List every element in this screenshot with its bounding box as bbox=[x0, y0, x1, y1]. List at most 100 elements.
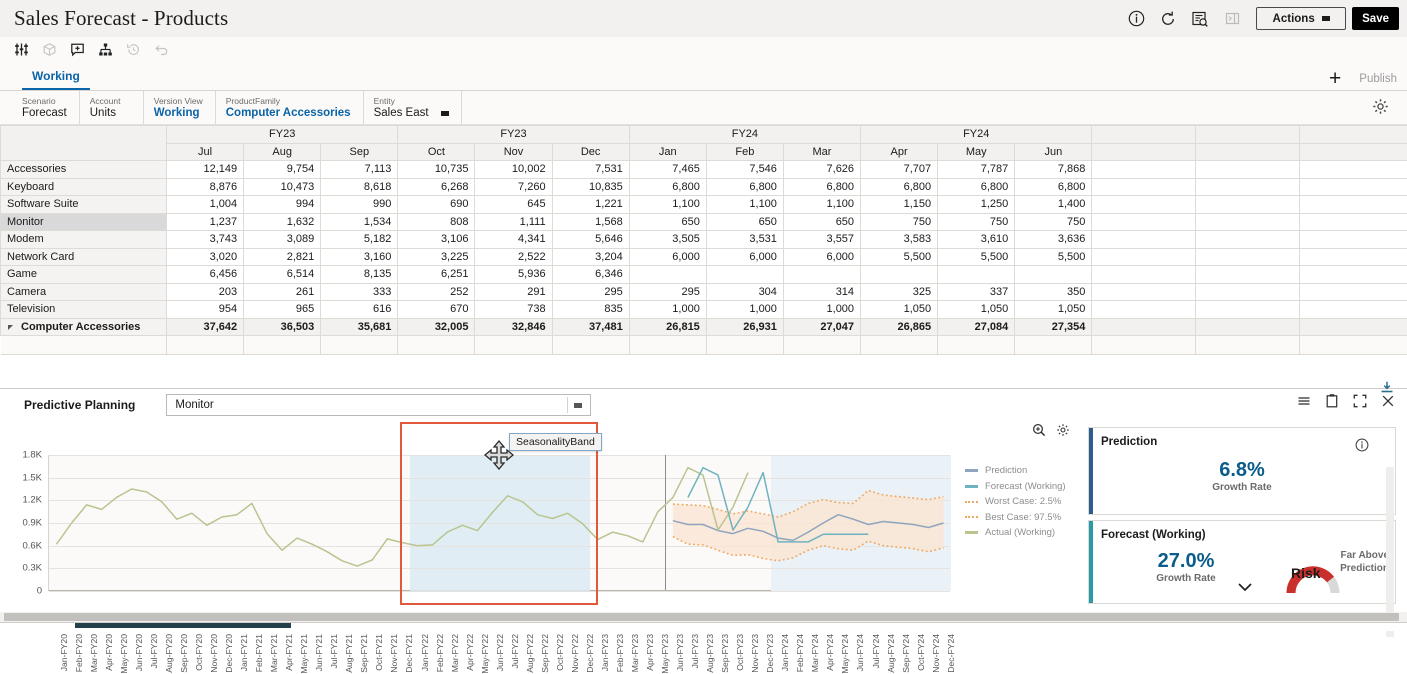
grid-cell[interactable]: 990 bbox=[321, 196, 398, 214]
grid-cell[interactable]: 1,000 bbox=[629, 301, 706, 319]
grid-cell[interactable] bbox=[783, 266, 860, 284]
grid-cell[interactable]: 5,646 bbox=[552, 231, 629, 249]
grid-cell-empty[interactable] bbox=[1092, 301, 1196, 319]
add-tab-button[interactable]: + bbox=[1329, 71, 1341, 86]
grid-cell[interactable]: 7,113 bbox=[321, 161, 398, 179]
grid-cell[interactable]: 12,149 bbox=[167, 161, 244, 179]
grid-cell[interactable]: 314 bbox=[783, 283, 860, 301]
chevron-down-icon[interactable] bbox=[441, 111, 449, 116]
grid-cell[interactable]: 5,500 bbox=[861, 248, 938, 266]
grid-cell[interactable]: 5,182 bbox=[321, 231, 398, 249]
grid-cell[interactable]: 1,050 bbox=[1015, 301, 1092, 319]
table-row[interactable]: Computer Accessories37,64236,50335,68132… bbox=[1, 318, 1407, 336]
grid-cell-empty[interactable] bbox=[1196, 266, 1300, 284]
table-row[interactable]: Monitor1,2371,6321,5348081,1111,56865065… bbox=[1, 213, 1407, 231]
row-label[interactable]: Camera bbox=[1, 283, 167, 301]
grid-cell-empty[interactable] bbox=[1196, 318, 1300, 336]
row-label[interactable]: Modem bbox=[1, 231, 167, 249]
grid-cell[interactable]: 26,865 bbox=[861, 318, 938, 336]
grid-cell[interactable]: 6,800 bbox=[783, 178, 860, 196]
grid-cell[interactable] bbox=[861, 266, 938, 284]
grid-cell-empty[interactable] bbox=[1092, 161, 1196, 179]
cube-icon[interactable] bbox=[36, 38, 62, 60]
table-row[interactable]: Network Card3,0202,8213,1603,2252,5223,2… bbox=[1, 248, 1407, 266]
grid-cell-empty[interactable] bbox=[1196, 161, 1300, 179]
grid-cell[interactable]: 27,084 bbox=[938, 318, 1015, 336]
legend-item[interactable]: Prediction bbox=[965, 463, 1085, 479]
grid-cell[interactable]: 27,047 bbox=[783, 318, 860, 336]
month-header-jul[interactable]: Jul bbox=[167, 143, 244, 161]
grid-cell[interactable]: 1,534 bbox=[321, 213, 398, 231]
grid-cell[interactable]: 7,465 bbox=[629, 161, 706, 179]
grid-cell[interactable]: 295 bbox=[552, 283, 629, 301]
grid-cell[interactable]: 3,505 bbox=[629, 231, 706, 249]
grid-cell-empty[interactable] bbox=[1196, 248, 1300, 266]
grid-cell[interactable]: 954 bbox=[167, 301, 244, 319]
grid-cell[interactable]: 32,005 bbox=[398, 318, 475, 336]
grid-cell[interactable]: 994 bbox=[244, 196, 321, 214]
grid-cell[interactable]: 3,636 bbox=[1015, 231, 1092, 249]
grid-cell[interactable]: 32,846 bbox=[475, 318, 552, 336]
grid-cell-empty[interactable] bbox=[1300, 178, 1407, 196]
grid-cell[interactable]: 750 bbox=[1015, 213, 1092, 231]
grid-cell[interactable]: 7,546 bbox=[706, 161, 783, 179]
grid-cell[interactable]: 7,626 bbox=[783, 161, 860, 179]
dock-bottom-icon[interactable] bbox=[1380, 380, 1394, 397]
grid-cell[interactable]: 965 bbox=[244, 301, 321, 319]
legend-item[interactable]: Actual (Working) bbox=[965, 525, 1085, 541]
grid-cell[interactable]: 9,754 bbox=[244, 161, 321, 179]
forecast-card[interactable]: Forecast (Working) 27.0% Growth Rate Ris… bbox=[1088, 520, 1396, 604]
grid-cell[interactable]: 10,735 bbox=[398, 161, 475, 179]
grid-cell[interactable]: 337 bbox=[938, 283, 1015, 301]
gear-icon[interactable] bbox=[1372, 98, 1389, 118]
pov-entity[interactable]: Entity Sales East bbox=[374, 91, 462, 124]
row-label[interactable]: Television bbox=[1, 301, 167, 319]
grid-cell[interactable]: 7,707 bbox=[861, 161, 938, 179]
table-row[interactable]: Camera2032613332522912952953043143253373… bbox=[1, 283, 1407, 301]
grid-cell[interactable]: 3,106 bbox=[398, 231, 475, 249]
grid-cell-empty[interactable] bbox=[1196, 301, 1300, 319]
grid-cell[interactable]: 27,354 bbox=[1015, 318, 1092, 336]
grid-cell[interactable]: 6,800 bbox=[938, 178, 1015, 196]
month-header-nov[interactable]: Nov bbox=[475, 143, 552, 161]
legend-item[interactable]: Forecast (Working) bbox=[965, 479, 1085, 495]
grid-cell[interactable]: 36,503 bbox=[244, 318, 321, 336]
grid-cell-empty[interactable] bbox=[1196, 231, 1300, 249]
month-header-feb[interactable]: Feb bbox=[706, 143, 783, 161]
row-label[interactable]: Keyboard bbox=[1, 178, 167, 196]
table-row[interactable]: Keyboard8,87610,4738,6186,2687,26010,835… bbox=[1, 178, 1407, 196]
year-group-header[interactable]: FY23 bbox=[167, 126, 398, 144]
grid-cell[interactable] bbox=[706, 266, 783, 284]
table-row[interactable]: Software Suite1,0049949906906451,2211,10… bbox=[1, 196, 1407, 214]
grid-cell[interactable]: 3,610 bbox=[938, 231, 1015, 249]
table-row[interactable]: Accessories12,1499,7547,11310,73510,0027… bbox=[1, 161, 1407, 179]
collapse-triangle-icon[interactable] bbox=[8, 325, 13, 330]
year-group-header[interactable]: FY24 bbox=[861, 126, 1092, 144]
grid-cell[interactable]: 3,531 bbox=[706, 231, 783, 249]
grid-cell[interactable]: 670 bbox=[398, 301, 475, 319]
info-icon[interactable] bbox=[1355, 438, 1369, 455]
grid-cell[interactable]: 616 bbox=[321, 301, 398, 319]
grid-cell[interactable]: 1,000 bbox=[706, 301, 783, 319]
grid-cell[interactable]: 8,618 bbox=[321, 178, 398, 196]
grid-cell[interactable]: 261 bbox=[244, 283, 321, 301]
grid-cell[interactable]: 325 bbox=[861, 283, 938, 301]
grid-cell-empty[interactable] bbox=[1196, 213, 1300, 231]
grid-cell[interactable]: 645 bbox=[475, 196, 552, 214]
grid-cell[interactable]: 7,260 bbox=[475, 178, 552, 196]
grid-cell-empty[interactable] bbox=[1300, 161, 1407, 179]
grid-cell[interactable]: 6,251 bbox=[398, 266, 475, 284]
data-grid[interactable]: FY23 FY23 FY24 FY24 JulAugSepOctNovDecJa… bbox=[0, 125, 1407, 355]
table-row[interactable]: Game6,4566,5148,1356,2515,9366,346 bbox=[1, 266, 1407, 284]
grid-cell[interactable]: 5,500 bbox=[1015, 248, 1092, 266]
grid-cell[interactable]: 6,346 bbox=[552, 266, 629, 284]
grid-cell[interactable]: 650 bbox=[629, 213, 706, 231]
grid-cell-empty[interactable] bbox=[1300, 231, 1407, 249]
grid-cell-empty[interactable] bbox=[1092, 178, 1196, 196]
chart-settings-icon[interactable] bbox=[1056, 423, 1070, 440]
grid-cell-empty[interactable] bbox=[1300, 318, 1407, 336]
grid-cell[interactable]: 2,821 bbox=[244, 248, 321, 266]
grid-cell[interactable]: 4,341 bbox=[475, 231, 552, 249]
grid-cell[interactable]: 1,221 bbox=[552, 196, 629, 214]
grid-cell[interactable]: 6,800 bbox=[629, 178, 706, 196]
